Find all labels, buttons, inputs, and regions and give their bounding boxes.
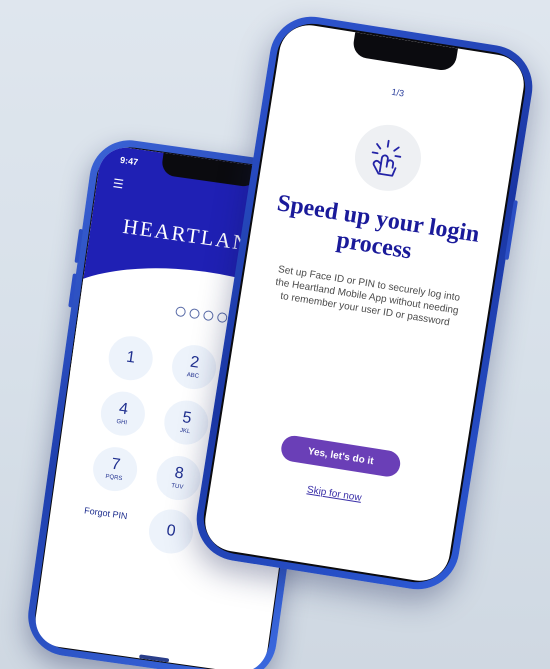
pin-dot [202,309,215,322]
key-8[interactable]: 8 TUV [153,453,204,503]
skip-link[interactable]: Skip for now [211,469,457,519]
key-letters: GHI [115,418,128,427]
onboarding-title: Speed up your login process [275,190,482,265]
volume-button [74,228,84,264]
key-7[interactable]: 7 PQRS [90,444,140,494]
hamburger-icon[interactable]: ☰ [112,176,125,191]
key-number: 7 [110,455,122,474]
enable-biometrics-button[interactable]: Yes, let's do it [279,433,403,479]
key-number: 0 [165,521,177,541]
marketing-scene: 9:47 ☰ HEARTLAND 1 2 ABC 4 GHI 5 JKL 7 P… [0,0,550,669]
key-number: 8 [173,464,185,483]
onboarding-description: Set up Face ID or PIN to securely log in… [274,264,461,329]
volume-button [68,273,77,308]
key-0[interactable]: 0 [146,506,196,557]
key-letters: TUV [170,483,184,491]
forgot-pin-link[interactable]: Forgot PIN [80,505,131,523]
key-letters: ABC [186,372,200,380]
touch-icon [371,139,402,177]
fingerprint-touch-icon [350,120,426,196]
key-number: 2 [189,353,201,372]
key-letters: PQRS [105,473,123,483]
onboarding-phone: 1/3 Speed up your login process Set up F… [190,10,539,596]
onboarding-screen: 1/3 Speed up your login process Set up F… [200,20,529,586]
pin-dot [188,308,201,320]
pin-dot [175,306,187,318]
key-number: 5 [181,409,193,428]
power-button [504,200,518,260]
step-counter: 1/3 [390,86,405,99]
key-number: 1 [125,348,137,367]
pin-dot [216,311,228,324]
key-5[interactable]: 5 JKL [161,397,212,448]
key-letters: JKL [179,427,191,436]
key-4[interactable]: 4 GHI [98,388,148,439]
key-number: 4 [117,400,130,419]
